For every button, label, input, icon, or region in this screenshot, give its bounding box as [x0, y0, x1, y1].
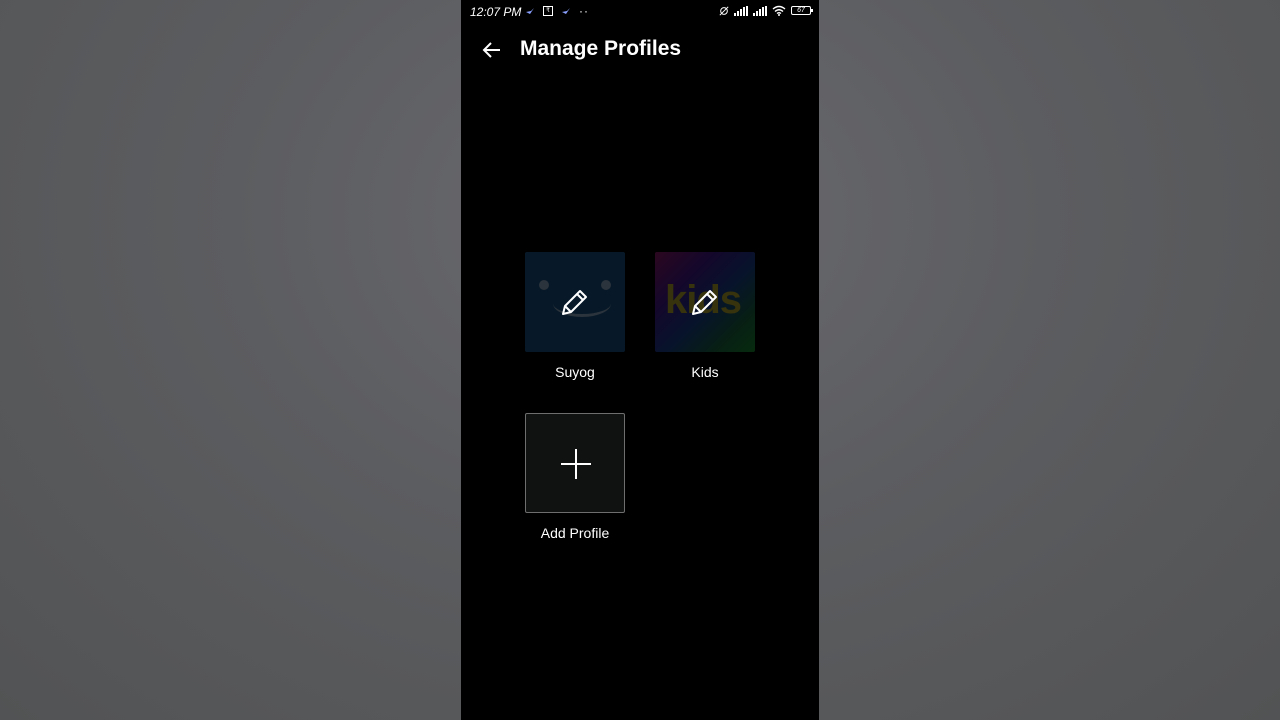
top-bar: Manage Profiles	[461, 30, 819, 70]
avatar-kids[interactable]: kids	[655, 252, 755, 352]
wifi-icon	[772, 5, 786, 16]
plus-icon	[561, 449, 591, 479]
profile-name: Suyog	[555, 364, 595, 380]
app-notification-icon: ₹	[543, 6, 553, 16]
signal-icon-2	[753, 5, 767, 16]
bird-notification-icon	[562, 8, 570, 14]
status-time: 12:07 PM	[470, 5, 522, 19]
notification-icons: ₹ ··	[525, 4, 589, 18]
add-profile-label: Add Profile	[540, 525, 610, 541]
page-title: Manage Profiles	[520, 37, 682, 60]
more-notifications-icon: ··	[579, 4, 589, 18]
profile-name: Kids	[691, 364, 719, 380]
avatar-suyog[interactable]	[525, 252, 625, 352]
profile-kids[interactable]: kids Kids	[655, 252, 755, 380]
status-bar: 12:07 PM ₹ ·· 67	[461, 0, 819, 24]
add-profile-button[interactable]: Add Profile	[525, 413, 625, 541]
pencil-icon[interactable]	[688, 285, 722, 319]
alarm-off-icon	[719, 5, 729, 16]
signal-icon	[734, 5, 748, 16]
pencil-icon[interactable]	[558, 285, 592, 319]
bird-notification-icon	[526, 8, 534, 14]
profile-suyog[interactable]: Suyog	[525, 252, 625, 380]
system-icons: 67	[719, 5, 813, 16]
add-profile-tile[interactable]	[525, 413, 625, 513]
battery-icon: 67	[791, 6, 813, 15]
back-arrow-icon[interactable]	[481, 39, 503, 61]
phone-screen: 12:07 PM ₹ ·· 67 Manage Profiles Suyog k…	[461, 0, 819, 720]
